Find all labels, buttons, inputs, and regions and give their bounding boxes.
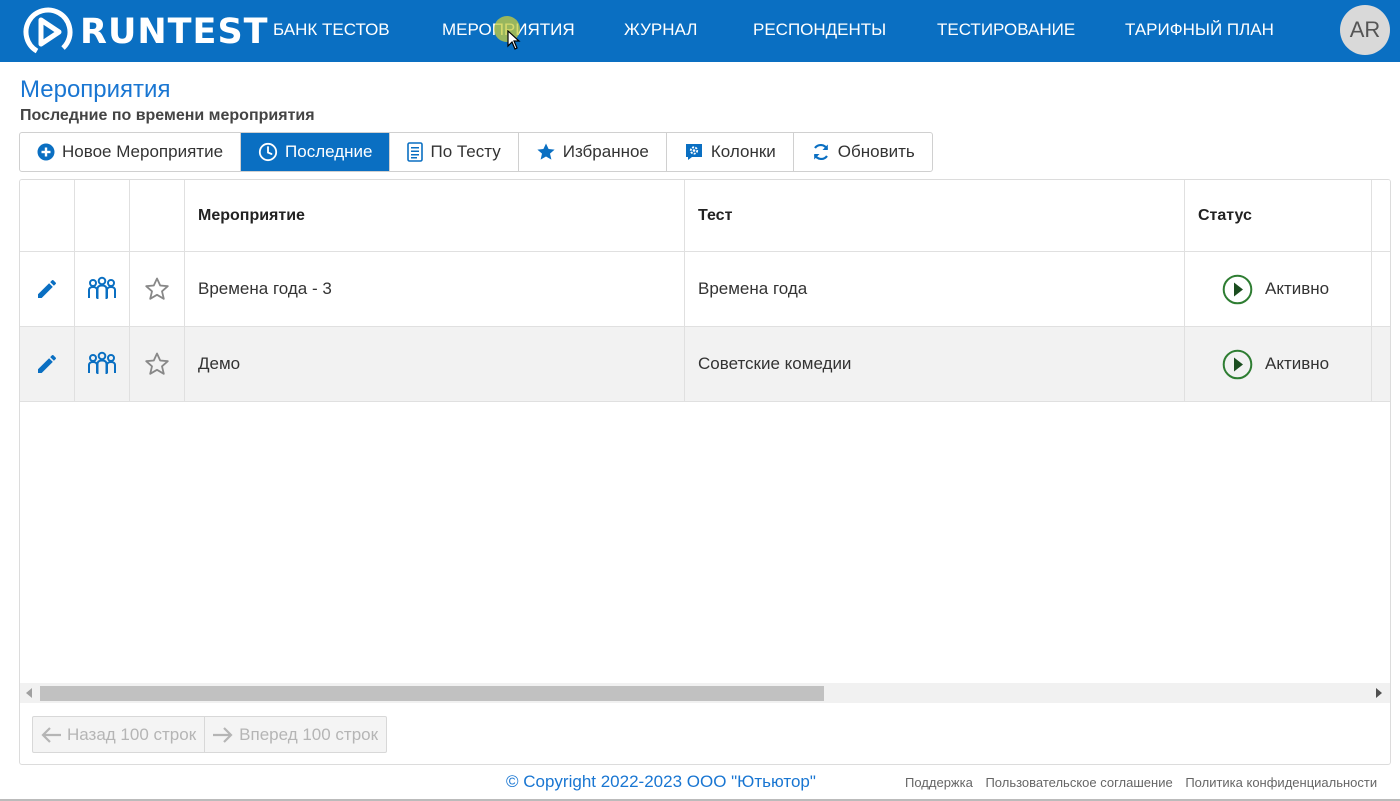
favorites-button[interactable]: Избранное [519, 133, 667, 171]
edit-pencil-icon[interactable] [35, 277, 59, 301]
favorite-cell [130, 252, 185, 326]
favorites-label: Избранное [562, 142, 649, 161]
event-name-cell: Демо [185, 327, 685, 401]
recent-button[interactable]: Последние [241, 133, 391, 171]
arrow-left-icon [41, 726, 61, 743]
next-rows-button[interactable]: Вперед 100 строк [205, 717, 386, 752]
group-cell [75, 252, 130, 326]
group-users-icon[interactable] [86, 276, 118, 302]
footer-link-privacy-policy[interactable]: Политика конфиденциальности [1185, 775, 1377, 790]
main-nav: БАНК ТЕСТОВ МЕРОПРИЯТИЯ ЖУРНАЛ РЕСПОНДЕН… [0, 0, 1400, 62]
status-text: Активно [1265, 279, 1330, 298]
nav-item-test-bank[interactable]: БАНК ТЕСТОВ [273, 20, 390, 40]
new-event-button[interactable]: Новое Мероприятие [20, 133, 242, 171]
page-title: Мероприятия [20, 76, 171, 103]
toolbar: Новое Мероприятие Последние По Тесту Изб… [19, 132, 933, 172]
event-name-cell: Времена года - 3 [185, 252, 685, 326]
footer-link-user-agreement[interactable]: Пользовательское соглашение [985, 775, 1172, 790]
events-table: Мероприятие Тест Статус Времена года - 3… [19, 179, 1391, 765]
top-navigation-bar: RUNTEST БАНК ТЕСТОВ МЕРОПРИЯТИЯ ЖУРНАЛ Р… [0, 0, 1400, 62]
page-subtitle: Последние по времени мероприятия [20, 107, 315, 124]
by-test-button[interactable]: По Тесту [390, 133, 519, 171]
scroll-left-arrow-icon[interactable] [26, 688, 32, 698]
columns-label: Колонки [710, 142, 776, 161]
footer-links: Поддержка Пользовательское соглашение По… [905, 775, 1386, 790]
group-cell [75, 327, 130, 401]
edit-cell [20, 252, 75, 326]
document-list-icon [407, 142, 424, 162]
status-cell: Активно [1185, 252, 1372, 326]
nav-item-journal[interactable]: ЖУРНАЛ [624, 20, 697, 40]
avatar[interactable]: AR [1340, 5, 1390, 55]
edit-cell [20, 327, 75, 401]
nav-item-respondents[interactable]: РЕСПОНДЕНТЫ [753, 20, 886, 40]
test-name-cell: Советские комедии [685, 327, 1185, 401]
arrow-right-icon [213, 726, 233, 743]
mouse-cursor-icon [507, 30, 521, 50]
edit-pencil-icon[interactable] [35, 352, 59, 376]
column-header-next[interactable] [1372, 180, 1390, 251]
header-edit-cell [20, 180, 75, 251]
table-row[interactable]: Времена года - 3 Времена года Активно [20, 252, 1390, 327]
test-name-cell: Времена года [685, 252, 1185, 326]
footer-link-support[interactable]: Поддержка [905, 775, 973, 790]
nav-item-testing[interactable]: ТЕСТИРОВАНИЕ [937, 20, 1075, 40]
next-column-cell [1372, 327, 1390, 401]
column-header-event[interactable]: Мероприятие [185, 180, 685, 251]
table-header-row: Мероприятие Тест Статус [20, 180, 1390, 252]
header-fav-cell [130, 180, 185, 251]
status-cell: Активно [1185, 327, 1372, 401]
group-users-icon[interactable] [86, 351, 118, 377]
play-status-icon[interactable] [1222, 349, 1253, 380]
columns-settings-icon [685, 144, 702, 160]
next-rows-label: Вперед 100 строк [239, 724, 379, 744]
table-row[interactable]: Демо Советские комедии Активно [20, 327, 1390, 402]
copyright: © Copyright 2022-2023 ООО "Ютьютор" [506, 772, 816, 791]
star-icon [537, 143, 555, 160]
plus-circle-icon [37, 143, 55, 161]
horizontal-scrollbar[interactable] [20, 683, 1390, 703]
scrollbar-thumb[interactable] [40, 686, 824, 701]
column-header-status[interactable]: Статус [1185, 180, 1372, 251]
refresh-button[interactable]: Обновить [794, 133, 932, 171]
nav-item-tariff-plan[interactable]: ТАРИФНЫЙ ПЛАН [1125, 20, 1274, 40]
status-text: Активно [1265, 354, 1330, 373]
clock-icon [258, 142, 278, 162]
scroll-right-arrow-icon[interactable] [1376, 688, 1382, 698]
favorite-star-icon[interactable] [144, 276, 170, 302]
refresh-label: Обновить [837, 142, 915, 161]
favorite-star-icon[interactable] [144, 351, 170, 377]
recent-label: Последние [285, 142, 373, 161]
favorite-cell [130, 327, 185, 401]
header-group-cell [75, 180, 130, 251]
new-event-label: Новое Мероприятие [62, 142, 224, 161]
next-column-cell [1372, 252, 1390, 326]
column-header-test[interactable]: Тест [685, 180, 1185, 251]
prev-rows-button[interactable]: Назад 100 строк [33, 717, 206, 752]
columns-button[interactable]: Колонки [667, 133, 794, 171]
pager: Назад 100 строк Вперед 100 строк [32, 716, 388, 753]
refresh-icon [813, 143, 828, 161]
prev-rows-label: Назад 100 строк [67, 724, 197, 744]
play-status-icon[interactable] [1222, 274, 1253, 305]
by-test-label: По Тесту [430, 142, 501, 161]
